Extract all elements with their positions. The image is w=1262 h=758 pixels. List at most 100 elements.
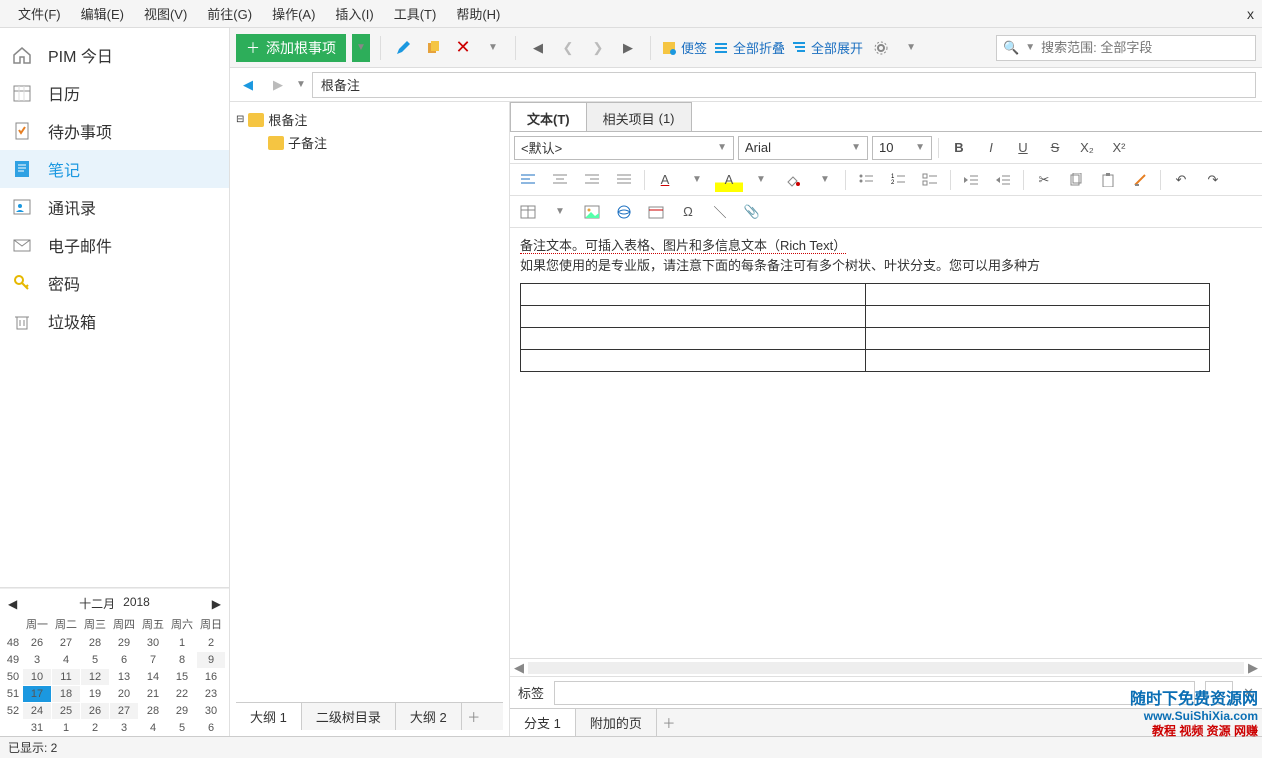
cal-day[interactable]: 31 <box>23 720 51 736</box>
sidebar-item-calendar[interactable]: 日历 <box>0 74 229 112</box>
attachment-icon[interactable]: 📎 <box>738 200 766 224</box>
strike-button[interactable]: S <box>1041 136 1069 160</box>
expand-all-button[interactable]: 全部展开 <box>791 38 863 57</box>
sidebar-item-contacts[interactable]: 通讯录 <box>0 188 229 226</box>
cal-day[interactable]: 28 <box>81 635 109 651</box>
nav-back-far-icon[interactable]: ❮ <box>556 36 580 60</box>
tree-node-root[interactable]: ⊟ 根备注 <box>236 108 503 131</box>
tree-node-child[interactable]: 子备注 <box>236 131 503 154</box>
nav-fwd-icon[interactable]: ▶ <box>616 36 640 60</box>
insert-date-icon[interactable] <box>642 200 670 224</box>
cal-day[interactable]: 28 <box>139 703 167 719</box>
forward-icon[interactable]: ▶ <box>266 73 290 97</box>
menu-edit[interactable]: 编辑(E) <box>71 2 134 25</box>
align-center-icon[interactable] <box>546 168 574 192</box>
cal-day[interactable]: 2 <box>81 720 109 736</box>
cal-day[interactable]: 22 <box>168 686 196 702</box>
cal-day[interactable]: 2 <box>197 635 225 651</box>
branch-tab-add[interactable]: ＋ <box>657 713 681 732</box>
font-select[interactable]: Arial▼ <box>738 136 868 160</box>
cal-day[interactable]: 17 <box>23 686 51 702</box>
delete-dd[interactable]: ▼ <box>481 36 505 60</box>
sidebar-item-email[interactable]: 电子邮件 <box>0 226 229 264</box>
cal-next[interactable]: ▶ <box>212 597 221 611</box>
cal-day[interactable]: 8 <box>168 652 196 668</box>
close-button[interactable]: x <box>1247 6 1254 22</box>
insert-symbol-icon[interactable]: Ω <box>674 200 702 224</box>
breadcrumb-path[interactable]: 根备注 <box>312 72 1256 98</box>
sidebar-item-trash[interactable]: 垃圾箱 <box>0 302 229 340</box>
insert-table-dd[interactable]: ▼ <box>546 200 574 224</box>
cut-icon[interactable]: ✂ <box>1030 168 1058 192</box>
menu-help[interactable]: 帮助(H) <box>446 2 510 25</box>
gear-icon[interactable] <box>869 36 893 60</box>
align-right-icon[interactable] <box>578 168 606 192</box>
cal-day[interactable]: 11 <box>52 669 80 685</box>
menu-insert[interactable]: 插入(I) <box>325 2 383 25</box>
edit-icon[interactable] <box>391 36 415 60</box>
highlight-dd[interactable]: ▼ <box>747 168 775 192</box>
cal-day[interactable]: 7 <box>139 652 167 668</box>
search-dd[interactable]: ▼ <box>1025 42 1035 53</box>
collapse-toggle-icon[interactable]: ⊟ <box>236 114 244 125</box>
italic-button[interactable]: I <box>977 136 1005 160</box>
tree-tab-outline2[interactable]: 大纲 2 <box>396 703 462 730</box>
cal-day[interactable]: 30 <box>139 635 167 651</box>
search-input[interactable] <box>1041 40 1249 55</box>
menu-tools[interactable]: 工具(T) <box>384 2 447 25</box>
menu-action[interactable]: 操作(A) <box>262 2 325 25</box>
subscript-button[interactable]: X₂ <box>1073 136 1101 160</box>
tag-browse-button[interactable]: ... <box>1205 681 1233 705</box>
copy-icon[interactable] <box>421 36 445 60</box>
cal-day[interactable]: 21 <box>139 686 167 702</box>
horizontal-scrollbar[interactable]: ◀▶ <box>510 658 1262 676</box>
delete-icon[interactable]: ✕ <box>451 36 475 60</box>
add-root-dropdown[interactable]: ▼ <box>352 34 370 62</box>
copy-text-icon[interactable] <box>1062 168 1090 192</box>
insert-image-icon[interactable] <box>578 200 606 224</box>
cal-day[interactable]: 10 <box>23 669 51 685</box>
cal-day[interactable]: 23 <box>197 686 225 702</box>
font-color-dd[interactable]: ▼ <box>683 168 711 192</box>
nav-fwd-far-icon[interactable]: ❯ <box>586 36 610 60</box>
cal-day[interactable]: 6 <box>110 652 138 668</box>
branch-tab-1[interactable]: 分支 1 <box>510 709 576 736</box>
cal-day[interactable]: 5 <box>81 652 109 668</box>
cal-day[interactable]: 25 <box>52 703 80 719</box>
align-left-icon[interactable] <box>514 168 542 192</box>
sidebar-item-password[interactable]: 密码 <box>0 264 229 302</box>
insert-table-icon[interactable] <box>514 200 542 224</box>
document-body[interactable]: 备注文本。可插入表格、图片和多信息文本（Rich Text） 如果您使用的是专业… <box>510 228 1262 658</box>
tag-close-icon[interactable]: ✕ <box>1243 685 1254 701</box>
cal-day[interactable]: 27 <box>52 635 80 651</box>
cal-day[interactable]: 14 <box>139 669 167 685</box>
paste-icon[interactable] <box>1094 168 1122 192</box>
insert-line-icon[interactable]: ＼ <box>706 200 734 224</box>
superscript-button[interactable]: X² <box>1105 136 1133 160</box>
cal-day[interactable]: 29 <box>110 635 138 651</box>
cal-day[interactable]: 4 <box>52 652 80 668</box>
cal-day[interactable]: 9 <box>197 652 225 668</box>
nav-back-icon[interactable]: ◀ <box>526 36 550 60</box>
cal-day[interactable]: 13 <box>110 669 138 685</box>
gear-dd[interactable]: ▼ <box>899 36 923 60</box>
style-select[interactable]: <默认>▼ <box>514 136 734 160</box>
tree-tab-level2[interactable]: 二级树目录 <box>302 703 396 730</box>
sidebar-item-today[interactable]: PIM 今日 <box>0 36 229 74</box>
cal-day[interactable]: 24 <box>23 703 51 719</box>
bold-button[interactable]: B <box>945 136 973 160</box>
menu-file[interactable]: 文件(F) <box>8 2 71 25</box>
underline-button[interactable]: U <box>1009 136 1037 160</box>
highlight-icon[interactable]: A <box>715 168 743 192</box>
cal-day[interactable]: 3 <box>23 652 51 668</box>
cal-day[interactable]: 30 <box>197 703 225 719</box>
indent-icon[interactable] <box>989 168 1017 192</box>
outdent-icon[interactable] <box>957 168 985 192</box>
add-root-button[interactable]: ＋ 添加根事项 <box>236 34 346 62</box>
clear-format-icon[interactable] <box>1126 168 1154 192</box>
tree-tab-outline1[interactable]: 大纲 1 <box>236 703 302 730</box>
fontsize-select[interactable]: 10▼ <box>872 136 932 160</box>
cal-day[interactable]: 6 <box>197 720 225 736</box>
sticky-note-button[interactable]: 便签 <box>661 38 707 57</box>
history-dd[interactable]: ▼ <box>296 79 306 90</box>
